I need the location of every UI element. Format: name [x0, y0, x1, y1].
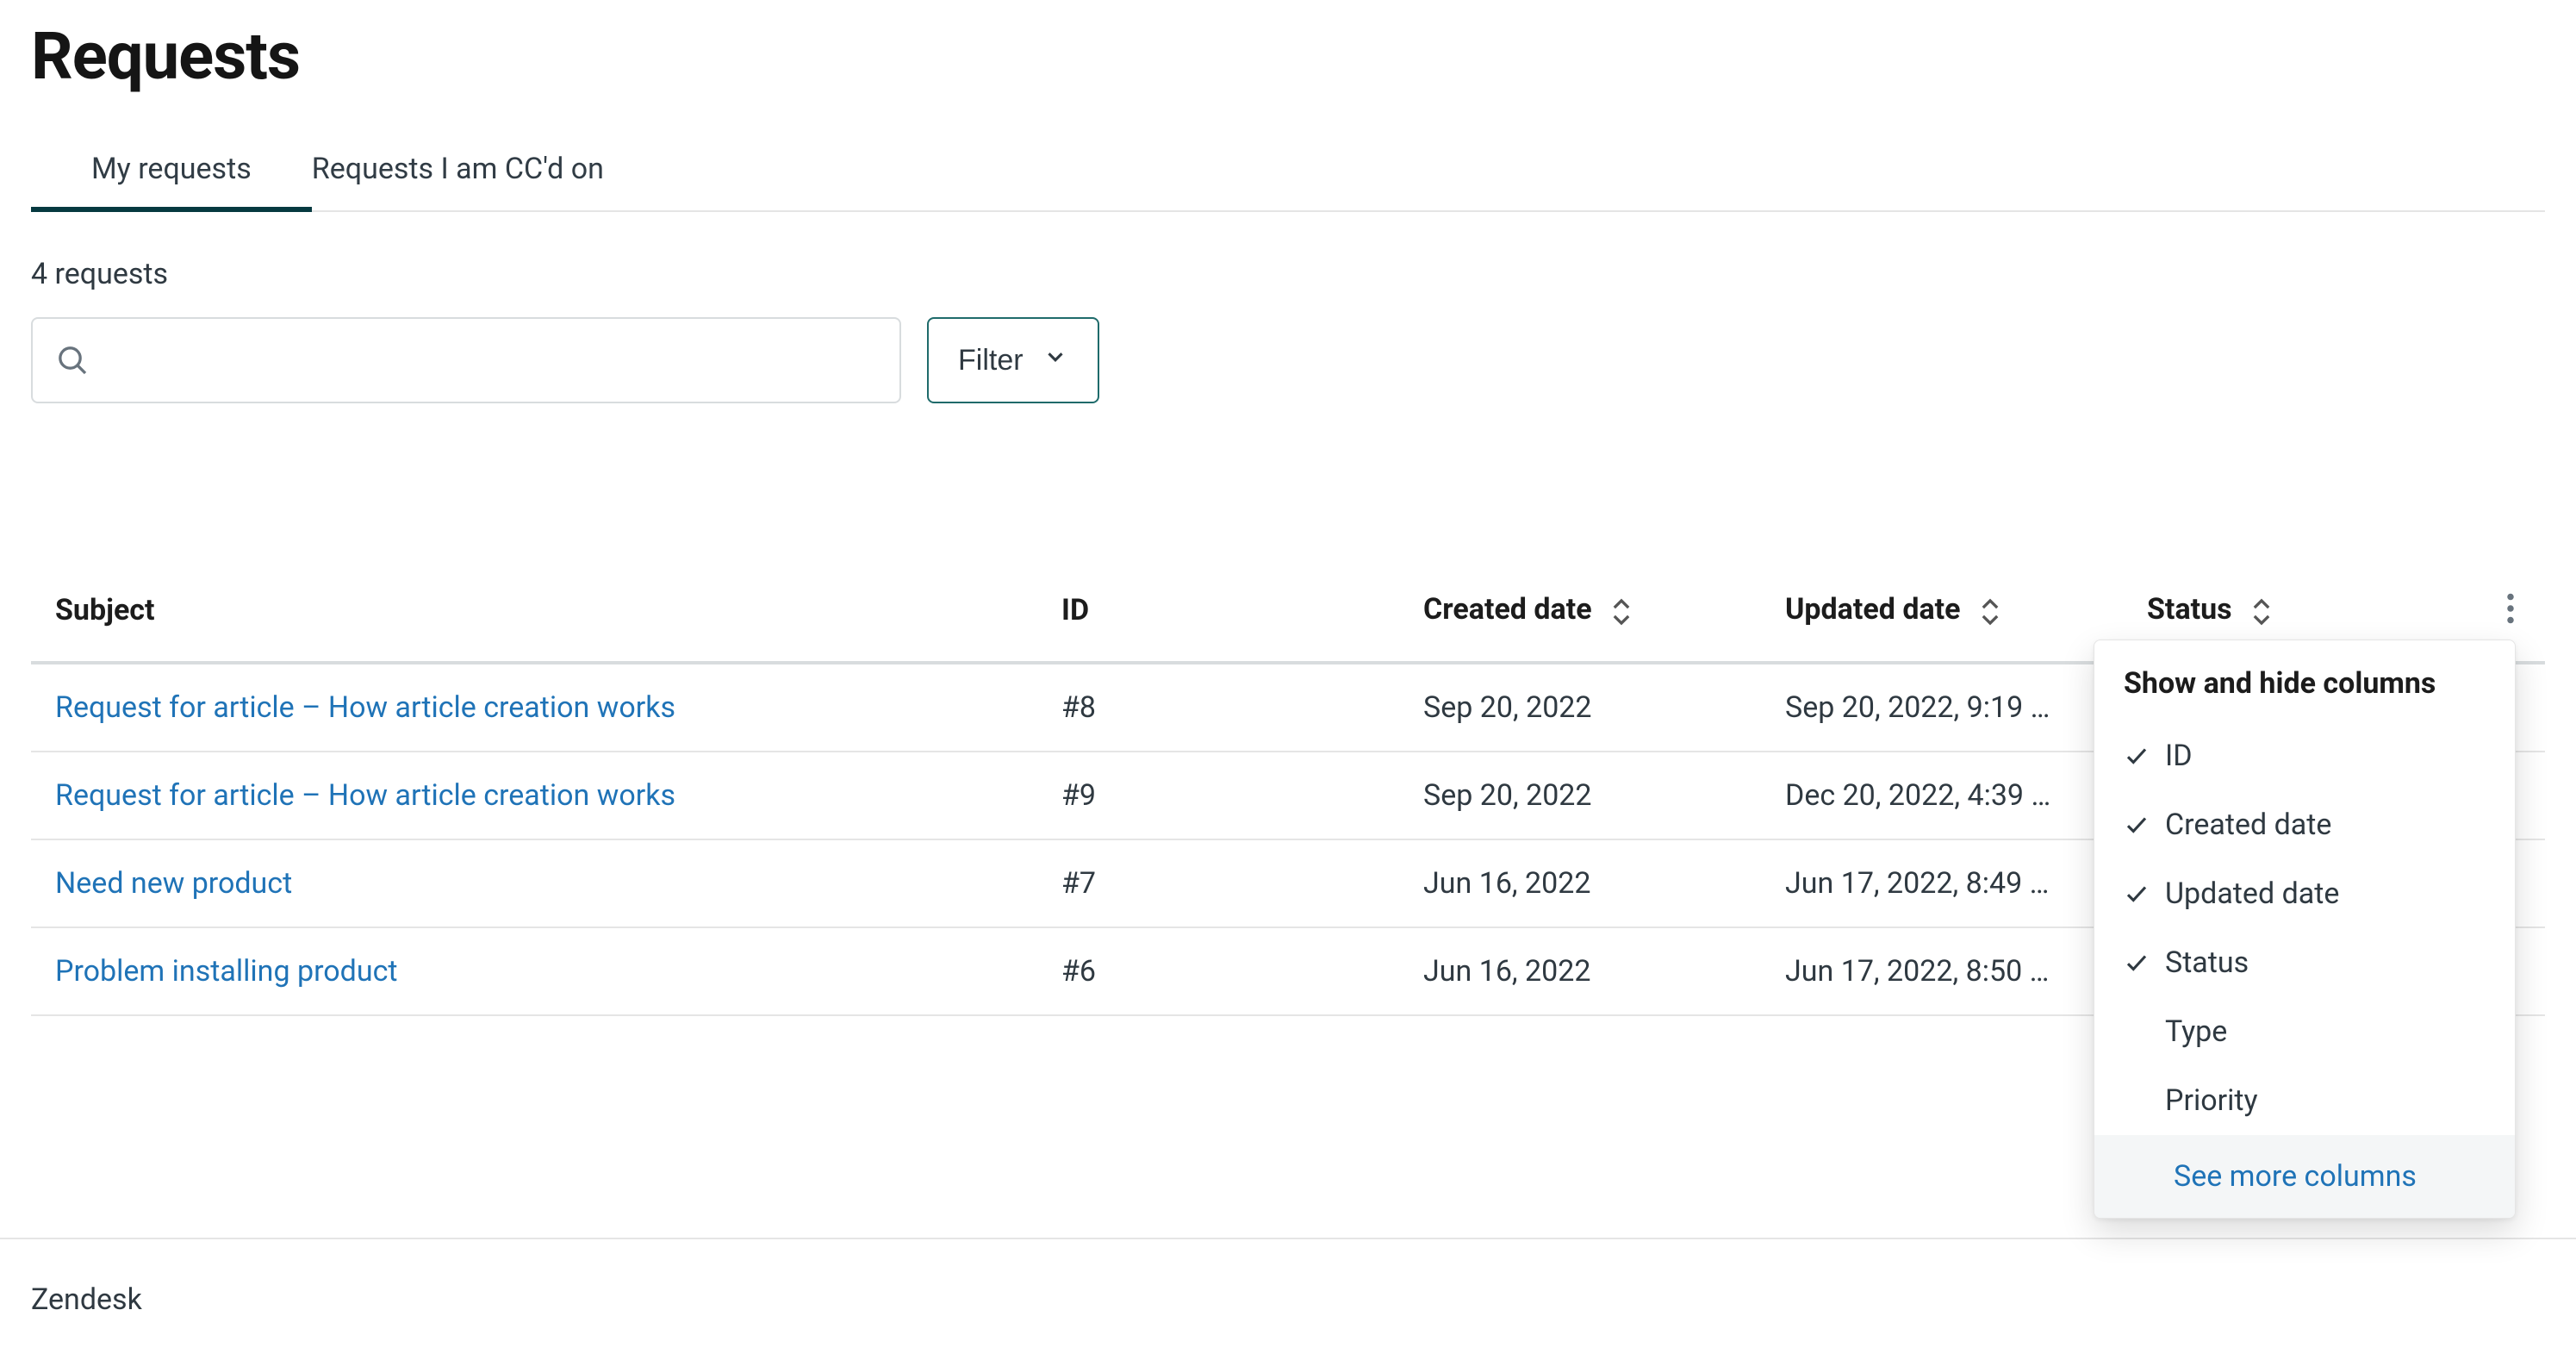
- page-footer: Zendesk: [0, 1238, 2576, 1360]
- request-created: Sep 20, 2022: [1399, 663, 1761, 752]
- column-options-button[interactable]: [2500, 588, 2521, 632]
- check-icon: [2124, 950, 2150, 976]
- search-wrapper: [31, 317, 901, 403]
- request-updated: Dec 20, 2022, 4:39 …: [1761, 752, 2123, 839]
- dropdown-item-type[interactable]: Type: [2094, 997, 2515, 1066]
- filter-label: Filter: [958, 344, 1024, 377]
- dropdown-item-priority[interactable]: Priority: [2094, 1066, 2515, 1135]
- check-icon: [2124, 881, 2150, 907]
- col-header-updated[interactable]: Updated date: [1761, 567, 2123, 663]
- dropdown-item-label: Priority: [2165, 1083, 2258, 1118]
- dropdown-item-label: Status: [2165, 945, 2249, 980]
- tab-cc-requests[interactable]: Requests I am CC'd on: [312, 138, 604, 210]
- requests-count: 4 requests: [31, 257, 2545, 291]
- filter-button[interactable]: Filter: [927, 317, 1099, 403]
- dropdown-title: Show and hide columns: [2094, 640, 2515, 721]
- request-id: #8: [1037, 663, 1399, 752]
- request-updated: Jun 17, 2022, 8:49 …: [1761, 839, 2123, 927]
- dropdown-item-created-date[interactable]: Created date: [2094, 790, 2515, 859]
- request-updated: Sep 20, 2022, 9:19 …: [1761, 663, 2123, 752]
- request-updated: Jun 17, 2022, 8:50 …: [1761, 927, 2123, 1015]
- dropdown-item-id[interactable]: ID: [2094, 721, 2515, 790]
- column-options-dropdown: Show and hide columns ID Created date Up…: [2094, 639, 2516, 1219]
- sort-icon: [1978, 596, 2002, 627]
- table-area: Subject ID Created date Updated date: [31, 567, 2545, 1016]
- request-id: #6: [1037, 927, 1399, 1015]
- request-created: Jun 16, 2022: [1399, 927, 1761, 1015]
- request-link[interactable]: Request for article – How article creati…: [55, 690, 675, 725]
- footer-brand: Zendesk: [31, 1282, 2545, 1317]
- chevron-down-icon: [1042, 344, 1068, 377]
- controls-row: Filter: [31, 317, 2545, 403]
- dropdown-item-label: ID: [2165, 739, 2193, 773]
- sort-icon: [2249, 596, 2274, 627]
- request-link[interactable]: Problem installing product: [55, 954, 398, 989]
- dropdown-item-label: Updated date: [2165, 877, 2339, 911]
- page-title: Requests: [31, 17, 2545, 95]
- search-input[interactable]: [31, 317, 901, 403]
- col-header-subject[interactable]: Subject: [31, 567, 1037, 663]
- request-link[interactable]: Request for article – How article creati…: [55, 778, 675, 813]
- col-header-id-label: ID: [1061, 593, 1089, 627]
- check-icon: [2124, 743, 2150, 769]
- tab-my-requests[interactable]: My requests: [91, 138, 252, 210]
- sort-icon: [1609, 596, 1633, 627]
- kebab-icon: [2505, 614, 2516, 627]
- col-header-created[interactable]: Created date: [1399, 567, 1761, 663]
- tabs: My requests Requests I am CC'd on: [31, 138, 2545, 212]
- request-id: #7: [1037, 839, 1399, 927]
- col-header-id[interactable]: ID: [1037, 567, 1399, 663]
- dropdown-item-updated-date[interactable]: Updated date: [2094, 859, 2515, 928]
- request-created: Sep 20, 2022: [1399, 752, 1761, 839]
- check-icon: [2124, 812, 2150, 838]
- request-link[interactable]: Need new product: [55, 866, 292, 901]
- col-header-created-label: Created date: [1423, 592, 1592, 627]
- col-header-updated-label: Updated date: [1785, 592, 1961, 627]
- dropdown-item-label: Created date: [2165, 808, 2331, 842]
- col-header-status-label: Status: [2147, 592, 2232, 627]
- dropdown-see-more[interactable]: See more columns: [2094, 1135, 2515, 1218]
- dropdown-item-label: Type: [2165, 1014, 2227, 1049]
- dropdown-item-status[interactable]: Status: [2094, 928, 2515, 997]
- request-id: #9: [1037, 752, 1399, 839]
- request-created: Jun 16, 2022: [1399, 839, 1761, 927]
- col-header-subject-label: Subject: [55, 593, 155, 627]
